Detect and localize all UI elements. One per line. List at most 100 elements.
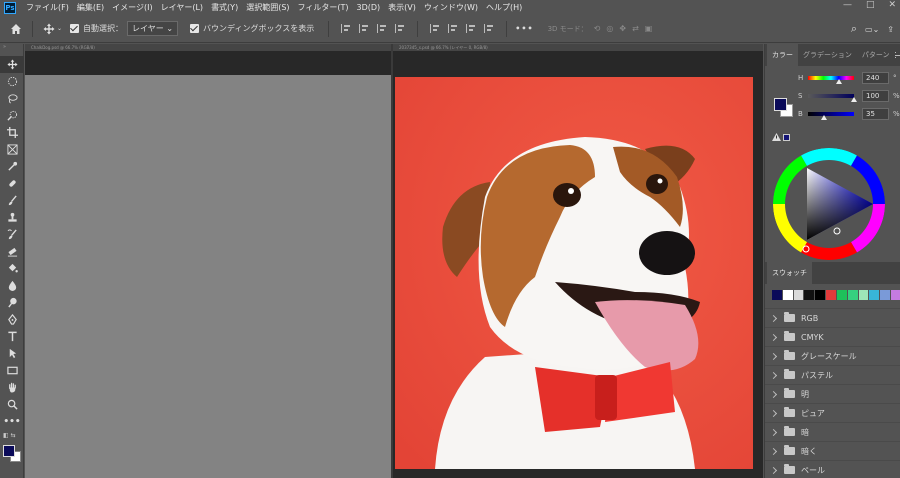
brightness-slider-thumb[interactable] — [821, 115, 828, 120]
chevron-right-icon[interactable] — [769, 390, 778, 398]
edit-toolbar-icon[interactable]: ••• — [0, 413, 24, 430]
swatch-color[interactable] — [804, 290, 815, 300]
more-options-button[interactable]: ••• — [515, 24, 533, 33]
quick-selection-tool-icon[interactable] — [0, 107, 24, 124]
swatch-folder-row[interactable]: CMYK — [765, 327, 900, 346]
swatch-color[interactable] — [880, 290, 891, 300]
align-top-icon[interactable] — [430, 24, 440, 33]
swatch-color[interactable] — [826, 290, 836, 300]
swatch-folder-row[interactable]: グレースケール — [765, 346, 900, 365]
document-tab-2[interactable]: 2037345_s.psd @ 66.7% (レイヤー 0, RGB/8) — [393, 44, 763, 51]
eraser-tool-icon[interactable] — [0, 243, 24, 260]
tab-gradient[interactable]: グラデーション — [798, 44, 857, 66]
3d-roll-icon[interactable]: ◎ — [606, 24, 613, 33]
saturation-slider-thumb[interactable] — [851, 97, 857, 102]
minimize-button[interactable]: — — [843, 0, 852, 10]
swatch-color[interactable] — [772, 290, 782, 300]
close-button[interactable]: ✕ — [888, 0, 896, 10]
hue-slider[interactable] — [808, 76, 854, 84]
align-left-icon[interactable] — [341, 24, 351, 33]
chevron-right-icon[interactable] — [769, 371, 778, 379]
menu-help[interactable]: ヘルプ(H) — [482, 2, 526, 13]
3d-rotate-icon[interactable]: ⟲ — [594, 24, 601, 33]
brush-tool-icon[interactable] — [0, 192, 24, 209]
align-right-icon[interactable] — [377, 24, 387, 33]
chevron-right-icon[interactable] — [769, 314, 778, 322]
swatch-folder-row[interactable]: パステル — [765, 365, 900, 384]
swatch-folder-row[interactable]: RGB — [765, 308, 900, 327]
menu-window[interactable]: ウィンドウ(W) — [420, 2, 482, 13]
search-icon[interactable]: ⌕ — [851, 22, 857, 36]
swatch-color[interactable] — [858, 290, 869, 300]
menu-view[interactable]: 表示(V) — [384, 2, 420, 13]
brightness-slider[interactable] — [808, 112, 854, 120]
chevron-right-icon[interactable] — [769, 409, 778, 417]
swatch-color[interactable] — [891, 290, 900, 300]
align-middle-icon[interactable] — [448, 24, 458, 33]
swatch-color[interactable] — [815, 290, 826, 300]
chevron-down-icon[interactable]: ⌄ — [57, 25, 62, 32]
swatch-folder-row[interactable]: 暗く — [765, 441, 900, 460]
menu-edit[interactable]: 編集(E) — [73, 2, 108, 13]
maximize-button[interactable]: □ — [866, 0, 875, 10]
swap-colors-icon[interactable]: ◧ ⇆ — [0, 432, 23, 444]
menu-select[interactable]: 選択範囲(S) — [242, 2, 293, 13]
color-picker-marker[interactable] — [833, 227, 841, 235]
workspace-icon[interactable]: ▭⌄ — [865, 25, 879, 34]
tab-pattern[interactable]: パターン — [857, 44, 895, 66]
bounding-box-checkbox[interactable] — [190, 24, 200, 33]
healing-brush-tool-icon[interactable] — [0, 175, 24, 192]
lasso-tool-icon[interactable] — [0, 90, 24, 107]
dodge-tool-icon[interactable] — [0, 294, 24, 311]
chevron-right-icon[interactable] — [769, 466, 778, 474]
out-of-gamut-warning-icon[interactable] — [772, 133, 781, 141]
hand-tool-icon[interactable] — [0, 379, 24, 396]
panel-menu-icon[interactable] — [894, 52, 900, 58]
tab-color[interactable]: カラー — [767, 44, 798, 66]
distribute-icon[interactable] — [484, 24, 494, 33]
bounding-box-toggle[interactable]: バウンディングボックスを表示 — [190, 23, 314, 34]
3d-slide-icon[interactable]: ⇄ — [632, 24, 639, 33]
move-tool-icon[interactable] — [0, 56, 24, 73]
auto-select-toggle[interactable]: 自動選択： — [70, 23, 123, 34]
tab-swatches[interactable]: スウォッチ — [767, 262, 812, 284]
canvas-gray[interactable] — [25, 75, 391, 478]
chevron-right-icon[interactable] — [769, 428, 778, 436]
menu-layer[interactable]: レイヤー(L) — [157, 2, 207, 13]
swatch-color[interactable] — [847, 290, 858, 300]
chevron-right-icon[interactable] — [769, 447, 778, 455]
blur-tool-icon[interactable] — [0, 277, 24, 294]
swatch-folder-row[interactable]: ピュア — [765, 403, 900, 422]
marquee-tool-icon[interactable] — [0, 73, 24, 90]
share-icon[interactable]: ⇪ — [887, 25, 894, 34]
brightness-input[interactable]: 35 — [862, 108, 889, 120]
color-wheel[interactable] — [773, 148, 885, 260]
auto-select-target-dropdown[interactable]: レイヤー ⌄ — [127, 21, 179, 36]
swatch-color[interactable] — [782, 290, 793, 300]
move-tool-preset-icon[interactable] — [41, 21, 57, 37]
swatch-color[interactable] — [793, 290, 804, 300]
menu-image[interactable]: イメージ(I) — [108, 2, 156, 13]
collapse-arrows-icon[interactable]: » — [0, 44, 23, 56]
clone-stamp-tool-icon[interactable] — [0, 209, 24, 226]
menu-file[interactable]: ファイル(F) — [22, 2, 73, 13]
swatch-folder-row[interactable]: ペール — [765, 460, 900, 478]
3d-pan-icon[interactable]: ✥ — [619, 24, 626, 33]
swatch-color[interactable] — [836, 290, 847, 300]
panel-foreground-swatch[interactable] — [774, 98, 787, 111]
auto-select-checkbox[interactable] — [70, 24, 80, 33]
canvas-dog-photo[interactable] — [395, 77, 753, 469]
foreground-color-swatch[interactable] — [3, 445, 15, 457]
paint-bucket-tool-icon[interactable] — [0, 260, 24, 277]
align-justify-icon[interactable] — [395, 24, 405, 33]
eyedropper-tool-icon[interactable] — [0, 158, 24, 175]
crop-tool-icon[interactable] — [0, 124, 24, 141]
rectangle-tool-icon[interactable] — [0, 362, 24, 379]
menu-3d[interactable]: 3D(D) — [353, 3, 385, 12]
history-brush-tool-icon[interactable] — [0, 226, 24, 243]
align-center-icon[interactable] — [359, 24, 369, 33]
chevron-right-icon[interactable] — [769, 333, 778, 341]
document-tab-1[interactable]: ChalkDog.psd @ 66.7% (RGB/8) — [25, 44, 391, 51]
align-bottom-icon[interactable] — [466, 24, 476, 33]
saturation-input[interactable]: 100 — [862, 90, 889, 102]
